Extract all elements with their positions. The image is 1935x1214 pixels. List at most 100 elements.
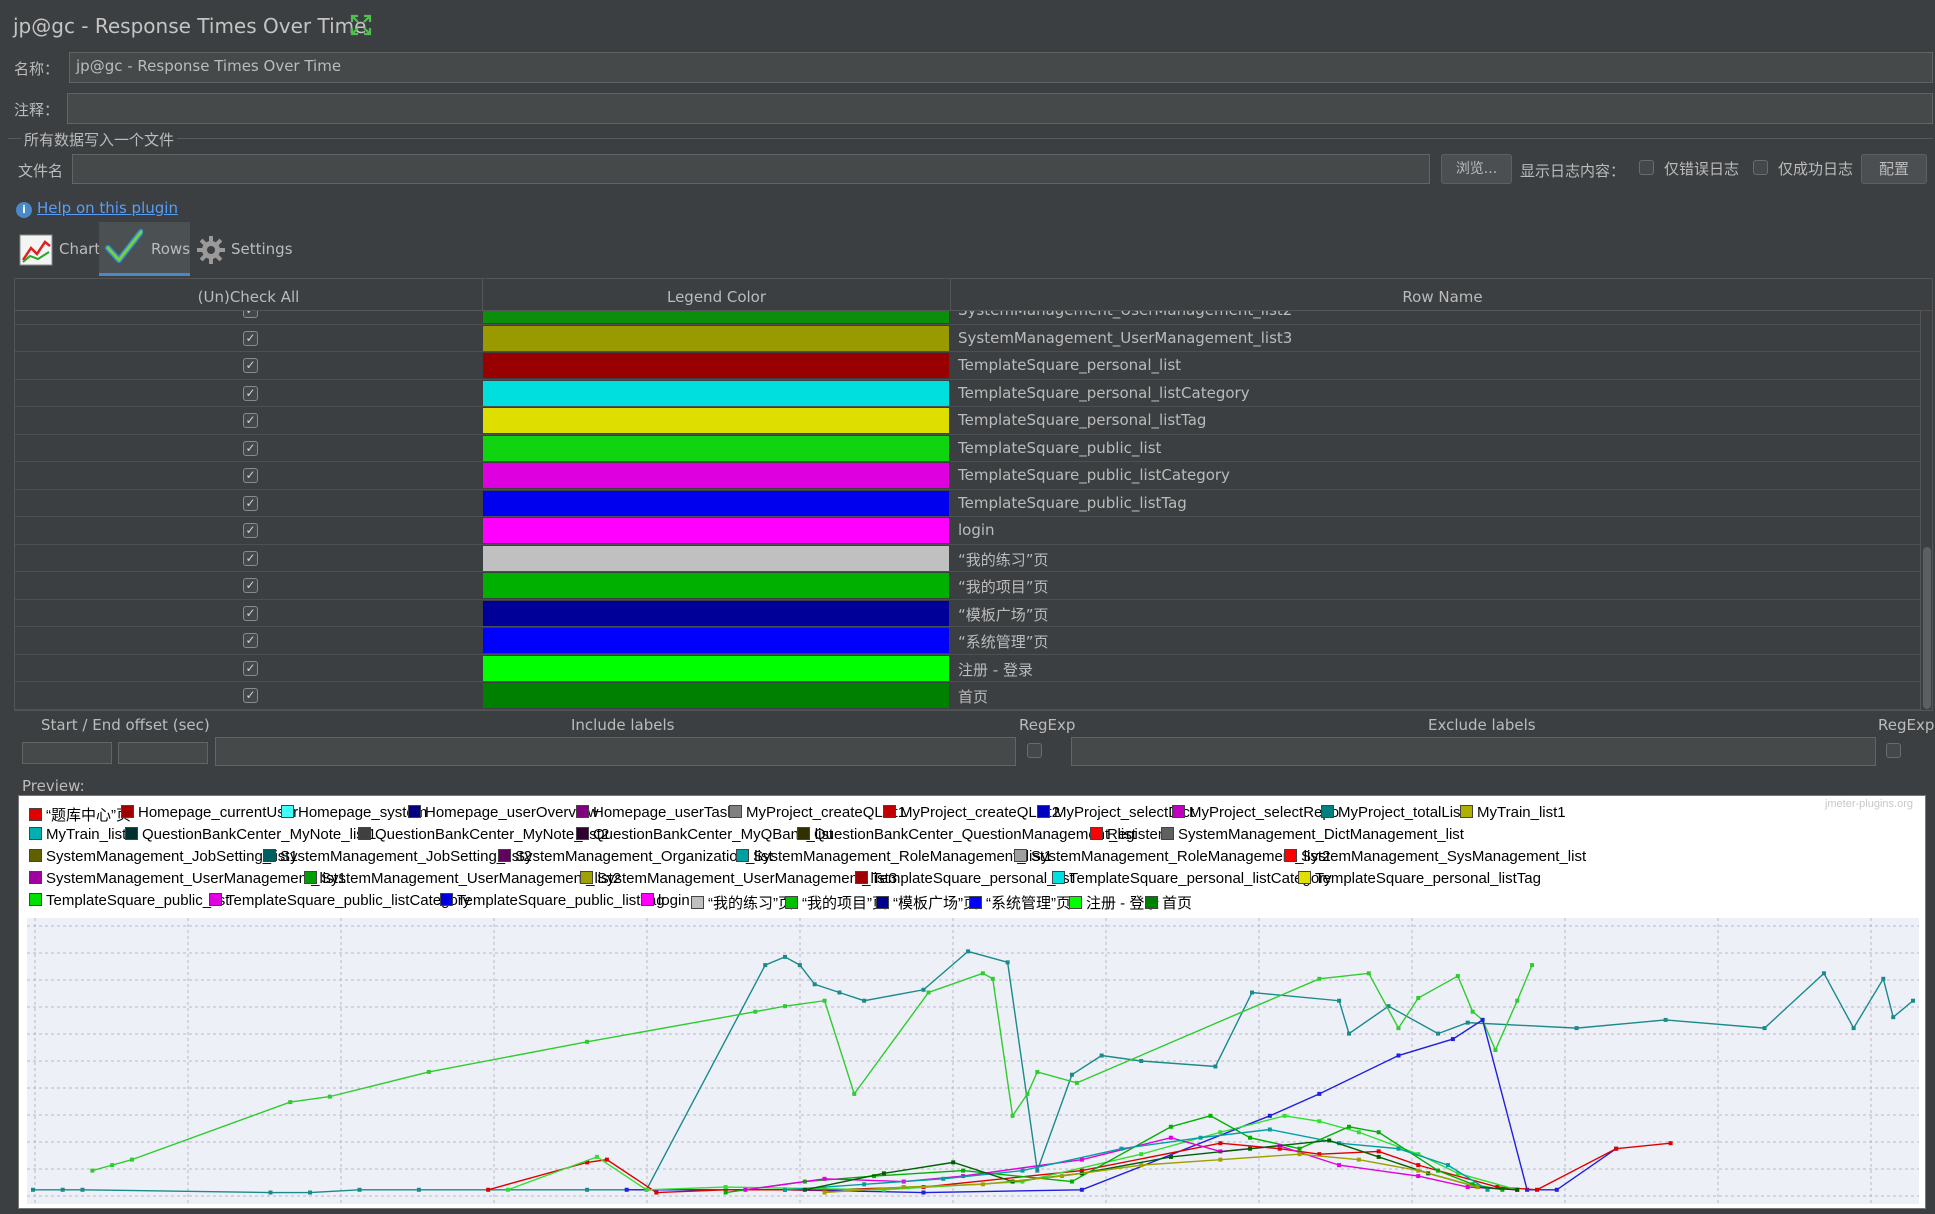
legend-swatch [1037,805,1050,818]
legend-color-swatch[interactable] [483,490,949,516]
legend-color-swatch[interactable] [483,573,949,598]
exclude-labels-input[interactable] [1071,737,1876,766]
data-point [966,949,971,954]
data-point [644,1187,649,1192]
legend-swatch [1460,805,1473,818]
legend-color-swatch[interactable] [483,600,949,626]
scrollbar-thumb[interactable] [1923,547,1931,709]
data-point [1465,1185,1470,1190]
row-checkbox[interactable]: ✓ [243,413,258,428]
name-label: 名称： [14,60,60,78]
row-checkbox[interactable]: ✓ [243,550,258,566]
data-point [1035,1069,1040,1074]
data-point [110,1163,115,1168]
data-point [129,1157,134,1162]
table-scrollbar[interactable] [1920,311,1932,710]
tab-settings[interactable]: Settings [194,222,294,276]
data-point [1554,1187,1559,1192]
legend-color-swatch[interactable] [483,628,949,653]
legend-swatch [209,893,222,906]
legend-label: 首页 [1162,895,1193,912]
data-point [1347,1031,1351,1036]
row-name: “模板广场”页 [958,605,1049,624]
legend-swatch [29,827,42,840]
legend-color-swatch[interactable] [483,435,949,461]
data-point [308,1190,313,1195]
file-name-field[interactable] [72,154,1430,184]
row-checkbox[interactable]: ✓ [243,578,258,593]
row-name: “我的练习”页 [958,550,1049,569]
table-row: ✓ TemplateSquare_personal_list [15,352,1920,380]
regexp-include-checkbox[interactable] [1027,743,1042,758]
legend-label: SystemManagement_SysManagement_list [1301,848,1587,865]
legend-color-swatch[interactable] [483,408,949,433]
legend-item: SystemManagement_DictManagement_list [1161,826,1464,843]
success-only-label: 仅成功日志 [1778,160,1854,178]
legend-label: SystemManagement_RoleManagement_list1 [753,848,1053,865]
row-checkbox[interactable]: ✓ [243,385,258,401]
legend-color-swatch[interactable] [483,518,949,543]
tab-rows[interactable]: Rows [99,222,190,276]
tab-chart[interactable]: Chart [14,222,100,276]
gear-icon [197,236,225,264]
comment-field[interactable] [67,93,1933,124]
help-link[interactable]: Help on this plugin [37,199,178,217]
row-name: 首页 [958,688,989,706]
legend-color-swatch[interactable] [483,380,949,406]
row-checkbox[interactable]: ✓ [243,468,258,483]
data-point [1139,1152,1144,1157]
browse-button[interactable]: 浏览... [1441,154,1512,184]
end-offset-input[interactable] [118,742,208,764]
row-checkbox[interactable]: ✓ [243,330,258,346]
legend-item: Homepage_system [281,804,427,821]
data-point [1139,1163,1144,1168]
success-only-checkbox[interactable] [1753,160,1768,175]
row-checkbox[interactable]: ✓ [243,495,258,511]
legend-label: Register [1107,826,1163,843]
include-labels-input[interactable] [215,737,1016,766]
legend-color-swatch[interactable] [483,353,949,378]
legend-color-swatch[interactable] [483,325,949,351]
data-point [1079,1187,1084,1192]
table-row: ✓ “系统管理”页 [15,627,1920,655]
uncheck-all-header[interactable]: (Un)Check All [15,279,483,311]
row-checkbox[interactable]: ✓ [243,440,258,456]
row-checkbox[interactable]: ✓ [243,311,258,318]
configure-button[interactable]: 配置 [1861,154,1927,184]
name-field[interactable]: jp@gc - Response Times Over Time [69,52,1933,83]
regexp-exclude-checkbox[interactable] [1886,743,1901,758]
legend-color-swatch[interactable] [483,545,949,571]
row-name: SystemManagement_UserManagement_list3 [958,328,1293,347]
legend-item: “模板广场”页 [876,892,978,913]
row-checkbox[interactable]: ✓ [243,688,258,703]
row-checkbox[interactable]: ✓ [243,523,258,538]
legend-label: SystemManagement_JobSetting_list2 [280,848,532,865]
row-checkbox[interactable]: ✓ [243,605,258,621]
data-point [1119,1146,1124,1151]
data-point [268,1190,273,1195]
legend-color-swatch[interactable] [483,683,949,708]
legend-item: SystemManagement_JobSetting_list2 [263,848,532,865]
legend-label: Homepage_userTask [593,804,735,821]
legend-swatch [736,849,749,862]
row-checkbox[interactable]: ✓ [243,358,258,373]
errors-only-checkbox[interactable] [1639,160,1654,175]
row-checkbox[interactable]: ✓ [243,660,258,676]
row-name: “系统管理”页 [958,633,1049,651]
legend-color-swatch[interactable] [483,655,949,681]
start-offset-input[interactable] [22,742,112,764]
row-checkbox[interactable]: ✓ [243,633,258,648]
legend-item: SystemManagement_UserManagement_list2 [304,870,621,887]
legend-color-swatch[interactable] [483,463,949,488]
expand-icon[interactable] [350,14,372,36]
legend-color-swatch[interactable] [483,311,949,323]
data-point [1470,1009,1475,1014]
rows-table: (Un)Check All Legend Color Row Name ✓ Sys… [14,278,1933,711]
legend-label: TemplateSquare_public_listCategory [226,892,471,909]
offset-label: Start / End offset (sec) [41,716,210,734]
legend-label: QuestionBankCenter_MyNote_list2 [375,826,610,843]
data-point [585,1039,590,1044]
data-point [1356,1130,1361,1135]
legend-swatch [121,805,134,818]
data-point [1337,998,1342,1003]
